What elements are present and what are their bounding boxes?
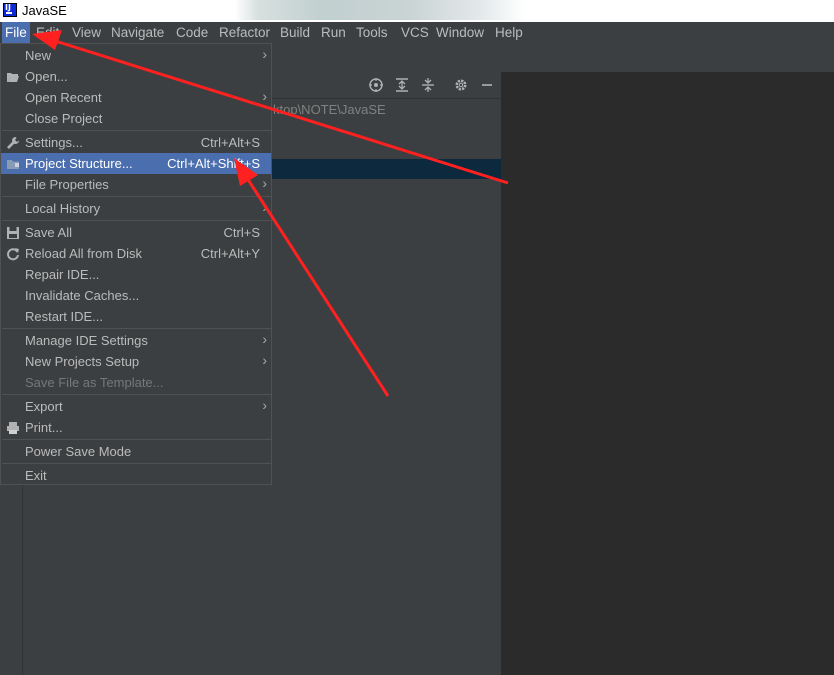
menu-refactor[interactable]: Refactor (216, 22, 273, 43)
file-menu-dropdown: New › Open... Open Recent › Close Projec… (0, 43, 272, 485)
menu-item-repair-ide[interactable]: Repair IDE... (1, 264, 271, 285)
menu-bar: File Edit View Navigate Code Refactor Bu… (0, 22, 834, 43)
chevron-right-icon: › (262, 199, 267, 215)
reload-icon (6, 246, 20, 261)
menu-tools[interactable]: Tools (353, 22, 391, 43)
intellij-logo-icon (3, 3, 17, 17)
menu-view[interactable]: View (69, 22, 104, 43)
chevron-right-icon: › (262, 46, 267, 62)
menu-separator (2, 196, 272, 197)
menu-item-reload-all[interactable]: Reload All from Disk Ctrl+Alt+Y (1, 243, 271, 264)
menu-item-exit[interactable]: Exit (1, 465, 271, 486)
menu-item-settings[interactable]: Settings... Ctrl+Alt+S (1, 132, 271, 153)
wrench-icon (6, 135, 20, 149)
menu-separator (2, 130, 272, 131)
menu-item-local-history[interactable]: Local History › (1, 198, 271, 219)
menu-item-print[interactable]: Print... (1, 417, 271, 438)
menu-item-restart-ide[interactable]: Restart IDE... (1, 306, 271, 327)
menu-item-new-projects-setup[interactable]: New Projects Setup › (1, 351, 271, 372)
menu-code[interactable]: Code (173, 22, 211, 43)
menu-window[interactable]: Window (433, 22, 487, 43)
menu-build[interactable]: Build (277, 22, 313, 43)
folder-icon (6, 156, 20, 170)
menu-item-save-file-as-template: Save File as Template... (25, 375, 164, 390)
collapse-all-icon[interactable] (420, 77, 436, 93)
editor-area[interactable] (502, 72, 834, 675)
menu-item-close-project[interactable]: Close Project (1, 108, 271, 129)
folder-open-icon (6, 69, 20, 83)
menu-item-project-structure[interactable]: Project Structure... Ctrl+Alt+Shift+S (1, 153, 271, 174)
chevron-right-icon: › (262, 397, 267, 413)
locate-icon[interactable] (368, 77, 384, 93)
menu-item-invalidate-caches[interactable]: Invalidate Caches... (1, 285, 271, 306)
menu-help[interactable]: Help (492, 22, 526, 43)
title-bar: JavaSE (0, 0, 834, 22)
menu-separator (2, 394, 272, 395)
menu-item-power-save-mode[interactable]: Power Save Mode (1, 441, 271, 462)
menu-item-manage-ide-settings[interactable]: Manage IDE Settings › (1, 330, 271, 351)
project-path-text: ktop\NOTE\JavaSE (273, 102, 386, 117)
menu-separator (2, 220, 272, 221)
chevron-right-icon: › (262, 331, 267, 347)
menu-item-open[interactable]: Open... (1, 66, 271, 87)
title-bar-blurred-region (235, 0, 525, 20)
hide-panel-icon[interactable] (479, 77, 495, 93)
window-title: JavaSE (22, 3, 67, 18)
menu-navigate[interactable]: Navigate (108, 22, 167, 43)
menu-item-save-all[interactable]: Save All Ctrl+S (1, 222, 271, 243)
menu-file[interactable]: File (2, 22, 30, 43)
menu-item-file-properties[interactable]: File Properties › (1, 174, 271, 195)
menu-item-open-recent[interactable]: Open Recent › (1, 87, 271, 108)
printer-icon (6, 420, 20, 434)
expand-all-icon[interactable] (394, 77, 410, 93)
menu-separator (2, 439, 272, 440)
menu-item-new[interactable]: New › (1, 45, 271, 66)
menu-run[interactable]: Run (318, 22, 349, 43)
menu-vcs[interactable]: VCS (398, 22, 432, 43)
menu-separator (2, 328, 272, 329)
chevron-right-icon: › (262, 352, 267, 368)
gear-icon[interactable] (453, 77, 469, 93)
menu-edit[interactable]: Edit (33, 22, 62, 43)
floppy-disk-icon (6, 225, 20, 239)
chevron-right-icon: › (262, 175, 267, 191)
menu-separator (2, 463, 272, 464)
menu-item-export[interactable]: Export › (1, 396, 271, 417)
chevron-right-icon: › (262, 88, 267, 104)
